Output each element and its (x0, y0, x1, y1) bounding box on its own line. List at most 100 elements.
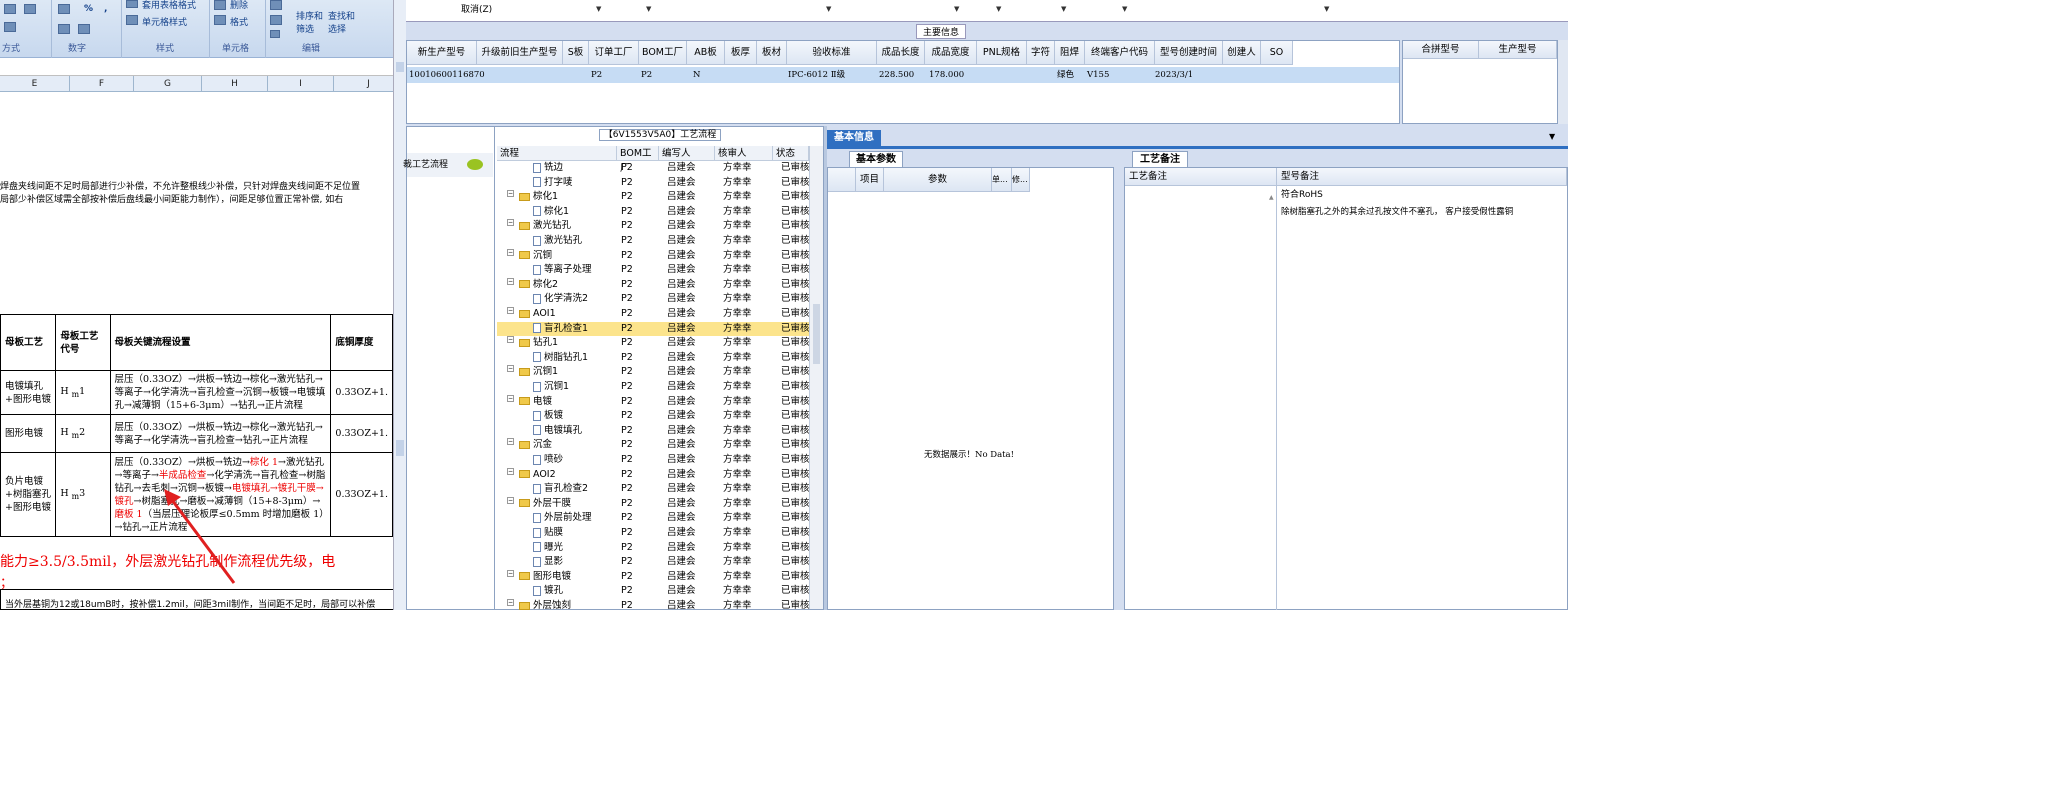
grid-header[interactable]: 验收标准 (787, 41, 877, 65)
expand-toggle-icon[interactable]: − (507, 569, 514, 577)
tree-row[interactable]: − 图形电镀 P2 吕建会 方幸幸 已审核 (497, 569, 810, 585)
dropdown-arrow-icon[interactable]: ▼ (996, 5, 1001, 13)
tab-basic-params[interactable]: 基本参数 (849, 151, 903, 167)
grid-header[interactable]: PNL规格 (977, 41, 1027, 65)
cell-status: 已审核 (781, 191, 810, 203)
tree-header[interactable]: 编写人 (659, 146, 715, 161)
expand-toggle-icon[interactable]: − (507, 496, 514, 504)
tree-row[interactable]: − 外层蚀刻 P2 吕建会 方幸幸 已审核 (497, 599, 810, 614)
grid-header[interactable]: 订单工厂 (589, 41, 639, 65)
grid-header[interactable]: 板材 (757, 41, 787, 65)
tree-row[interactable]: 铣边 P2 吕建会 方幸幸 已审核 (497, 161, 810, 176)
grid-header[interactable]: AB板 (687, 41, 725, 65)
grid-header[interactable]: S板 (563, 41, 589, 65)
tree-row[interactable]: − 外层干膜 P2 吕建会 方幸幸 已审核 (497, 496, 810, 512)
tree-scrollbar[interactable] (809, 146, 823, 609)
expand-toggle-icon[interactable]: − (507, 438, 514, 446)
tree-row[interactable]: 棕化1 P2 吕建会 方幸幸 已审核 (497, 205, 810, 220)
tree-row[interactable]: 镀孔 P2 吕建会 方幸幸 已审核 (497, 584, 810, 599)
scroll-thumb[interactable] (396, 440, 404, 456)
collapse-icon[interactable]: ▼ (1549, 132, 1555, 141)
tree-row[interactable]: − 沉铜 P2 吕建会 方幸幸 已审核 (497, 248, 810, 264)
expand-toggle-icon[interactable]: − (507, 248, 514, 256)
tree-row[interactable]: 贴膜 P2 吕建会 方幸幸 已审核 (497, 526, 810, 541)
tree-row[interactable]: − AOI1 P2 吕建会 方幸幸 已审核 (497, 307, 810, 322)
tree-row[interactable]: 树脂钻孔1 P2 吕建会 方幸幸 已审核 (497, 351, 810, 366)
tree-row[interactable]: − 棕化2 P2 吕建会 方幸幸 已审核 (497, 277, 810, 293)
tree-row[interactable]: 电镀填孔 P2 吕建会 方幸幸 已审核 (497, 424, 810, 439)
tree-row[interactable]: 等离子处理 P2 吕建会 方幸幸 已审核 (497, 263, 810, 278)
tree-row[interactable]: 化学清洗2 P2 吕建会 方幸幸 已审核 (497, 292, 810, 307)
expand-toggle-icon[interactable]: − (507, 190, 514, 198)
tree-header[interactable]: 核审人 (715, 146, 773, 161)
tab-basic-info[interactable]: 基本信息 (827, 130, 881, 146)
expand-toggle-icon[interactable]: − (507, 219, 514, 227)
tree-row[interactable]: 沉铜1 P2 吕建会 方幸幸 已审核 (497, 380, 810, 395)
dropdown-arrow-icon[interactable]: ▼ (1061, 5, 1066, 13)
tree-row[interactable]: 板镀 P2 吕建会 方幸幸 已审核 (497, 409, 810, 424)
scroll-up-button[interactable] (396, 62, 404, 72)
tree-row[interactable]: 曝光 P2 吕建会 方幸幸 已审核 (497, 541, 810, 556)
grid-header[interactable]: 项目 (856, 168, 884, 192)
grid-header[interactable]: 参数 (884, 168, 992, 192)
tree-row[interactable]: − 钻孔1 P2 吕建会 方幸幸 已审核 (497, 336, 810, 351)
tree-row[interactable]: − 电镀 P2 吕建会 方幸幸 已审核 (497, 394, 810, 410)
tree-row[interactable]: 打字唛 P2 吕建会 方幸幸 已审核 (497, 176, 810, 191)
excel-vertical-scrollbar[interactable] (393, 0, 406, 610)
tree-header[interactable]: BOM工厂 (617, 146, 659, 174)
dropdown-arrow-icon[interactable]: ▼ (596, 5, 601, 13)
grid-header[interactable]: 合拼型号 (1403, 41, 1479, 59)
grid-header[interactable]: BOM工厂 (639, 41, 687, 65)
dropdown-arrow-icon[interactable]: ▼ (646, 5, 651, 13)
grid-header[interactable]: 成品宽度 (925, 41, 977, 65)
dropdown-arrow-icon[interactable]: ▼ (826, 5, 831, 13)
folder-icon (519, 572, 530, 581)
grid-header[interactable]: 成品长度 (877, 41, 925, 65)
grid-header[interactable]: 单... (992, 168, 1012, 192)
grid-scrollbar[interactable] (1558, 40, 1568, 124)
tree-header[interactable]: 状态 (773, 146, 809, 161)
dropdown-arrow-icon[interactable]: ▼ (1324, 5, 1329, 13)
tree-row[interactable]: − 激光钻孔 P2 吕建会 方幸幸 已审核 (497, 219, 810, 234)
splitter[interactable] (1114, 149, 1124, 610)
cancel-button[interactable]: 取消(Z) (461, 2, 492, 15)
grid-header[interactable]: 字符 (1027, 41, 1055, 65)
expand-toggle-icon[interactable]: − (507, 365, 514, 373)
tree-row[interactable]: − 沉铜1 P2 吕建会 方幸幸 已审核 (497, 365, 810, 380)
tree-row[interactable]: 盲孔检查1 P2 吕建会 方幸幸 已审核 (497, 321, 810, 337)
tree-row[interactable]: 外层前处理 P2 吕建会 方幸幸 已审核 (497, 511, 810, 526)
tree-row[interactable]: 激光钻孔 P2 吕建会 方幸幸 已审核 (497, 234, 810, 249)
tree-row[interactable]: − 沉金 P2 吕建会 方幸幸 已审核 (497, 438, 810, 453)
cell-status: 已审核 (781, 395, 810, 407)
tree-row[interactable]: 喷砂 P2 吕建会 方幸幸 已审核 (497, 453, 810, 468)
expand-toggle-icon[interactable]: − (507, 277, 514, 285)
tree-row[interactable]: 显影 P2 吕建会 方幸幸 已审核 (497, 555, 810, 570)
grid-header[interactable]: 阻焊 (1055, 41, 1085, 65)
grid-header[interactable]: 板厚 (725, 41, 757, 65)
grid-header[interactable]: 新生产型号 (407, 41, 477, 65)
grid-header[interactable]: 修... (1012, 168, 1030, 192)
expand-toggle-icon[interactable]: − (507, 336, 514, 344)
process-notes-box[interactable] (1125, 186, 1277, 610)
scroll-thumb[interactable] (813, 304, 820, 364)
expand-toggle-icon[interactable]: − (507, 467, 514, 475)
grid-header[interactable]: 型号创建时间 (1155, 41, 1223, 65)
grid-header[interactable]: 创建人 (1223, 41, 1261, 65)
tree-row[interactable]: − AOI2 P2 吕建会 方幸幸 已审核 (497, 467, 810, 483)
comment-icon[interactable] (467, 159, 483, 170)
dropdown-arrow-icon[interactable]: ▼ (1122, 5, 1127, 13)
tab-process-notes[interactable]: 工艺备注 (1132, 151, 1188, 167)
scroll-up-icon[interactable]: ▲ (1269, 194, 1274, 201)
grid-header[interactable]: 升级前旧生产型号 (477, 41, 563, 65)
dropdown-arrow-icon[interactable]: ▼ (954, 5, 959, 13)
expand-toggle-icon[interactable]: − (507, 307, 514, 314)
grid-header[interactable]: 生产型号 (1479, 41, 1557, 59)
document-icon (533, 352, 541, 363)
tree-row[interactable]: 盲孔检查2 P2 吕建会 方幸幸 已审核 (497, 482, 810, 497)
tree-row[interactable]: − 棕化1 P2 吕建会 方幸幸 已审核 (497, 190, 810, 205)
tree-header[interactable]: 流程 (497, 146, 617, 161)
expand-toggle-icon[interactable]: − (507, 599, 514, 606)
expand-toggle-icon[interactable]: − (507, 394, 514, 402)
grid-header[interactable]: SO (1261, 41, 1293, 65)
grid-header[interactable]: 终端客户代码 (1085, 41, 1155, 65)
